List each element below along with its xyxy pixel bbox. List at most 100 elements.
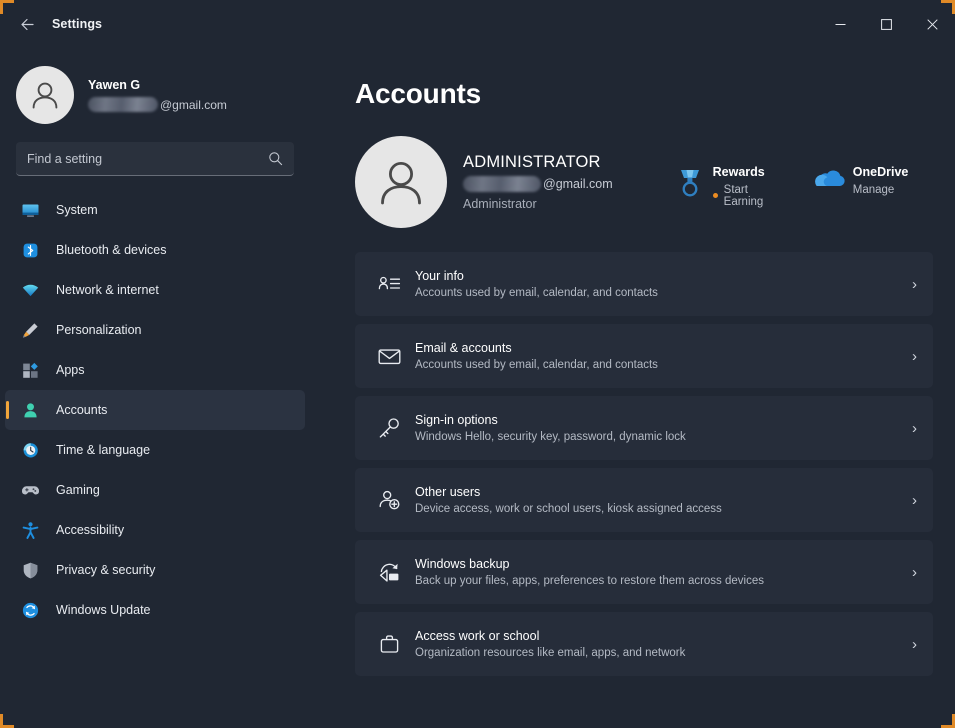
page-title: Accounts [355,78,481,109]
add-user-icon [367,488,411,513]
card-subtitle: Accounts used by email, calendar, and co… [415,287,658,299]
service-rewards[interactable]: Rewards Start Earning [673,165,765,208]
monitor-icon [17,201,43,220]
sidebar-item-bluetooth-devices[interactable]: Bluetooth & devices [5,230,305,270]
card-your-info[interactable]: Your info Accounts used by email, calend… [355,252,933,316]
sidebar-nav: System Bluetooth & devices Network & int… [0,190,310,728]
avatar [16,66,74,124]
service-subtitle: Manage [852,183,895,196]
service-subtitle: Start Earning [723,183,764,208]
bluetooth-icon [17,241,43,260]
card-title: Your info [415,269,464,283]
sidebar-profile[interactable]: Yawen G @gmail.com [0,54,310,128]
rewards-medal-icon [673,165,707,198]
account-role: Administrator [463,197,537,211]
card-subtitle: Accounts used by email, calendar, and co… [415,359,658,371]
minimize-button[interactable] [817,0,863,48]
redacted-email-block [463,176,541,192]
redacted-email-block [88,97,158,112]
settings-window: Settings Yawen G @gmail.com Find a setti… [0,0,955,728]
window-title: Settings [52,17,103,31]
envelope-icon [367,344,411,369]
back-arrow-icon [20,18,34,30]
title-bar: Settings [0,0,955,48]
paintbrush-icon [17,321,43,340]
search-placeholder: Find a setting [27,151,103,166]
sidebar-item-privacy-security[interactable]: Privacy & security [5,550,305,590]
close-icon [926,18,938,30]
sidebar-item-label: Personalization [56,323,142,337]
close-button[interactable] [909,0,955,48]
card-title: Email & accounts [415,341,512,355]
search-input[interactable]: Find a setting [16,142,294,176]
wifi-icon [17,281,43,300]
sidebar-item-accessibility[interactable]: Accessibility [5,510,305,550]
search-icon [268,151,283,166]
account-summary: ADMINISTRATOR @gmail.com Administrator R… [355,134,933,230]
sidebar-profile-text: Yawen G @gmail.com [88,78,227,112]
card-subtitle: Windows Hello, security key, password, d… [415,431,686,443]
card-text: Access work or school Organization resou… [415,629,912,659]
chevron-right-icon: › [912,347,917,365]
sidebar-item-label: Time & language [56,443,151,457]
account-avatar[interactable] [355,136,447,228]
status-dot [712,193,718,198]
onedrive-cloud-icon [813,165,847,190]
account-details: ADMINISTRATOR @gmail.com Administrator [463,153,613,211]
sidebar-item-windows-update[interactable]: Windows Update [5,590,305,630]
card-text: Your info Accounts used by email, calend… [415,269,912,299]
backup-sync-icon [367,560,411,585]
apps-grid-icon [17,361,43,380]
account-email: @gmail.com [463,176,613,192]
minimize-icon [835,23,845,25]
card-text: Email & accounts Accounts used by email,… [415,341,912,371]
card-other-users[interactable]: Other users Device access, work or schoo… [355,468,933,532]
card-access-work-school[interactable]: Access work or school Organization resou… [355,612,933,676]
window-body: Yawen G @gmail.com Find a setting System… [0,48,955,728]
sidebar-item-accounts[interactable]: Accounts [5,390,305,430]
maximize-button[interactable] [863,0,909,48]
card-subtitle: Device access, work or school users, kio… [415,503,722,515]
card-email-accounts[interactable]: Email & accounts Accounts used by email,… [355,324,933,388]
sidebar-item-time-language[interactable]: Time & language [5,430,305,470]
card-windows-backup[interactable]: Windows backup Back up your files, apps,… [355,540,933,604]
sidebar-item-system[interactable]: System [5,190,305,230]
chevron-right-icon: › [912,635,917,653]
card-title: Other users [415,485,481,499]
maximize-icon [880,18,892,30]
services-row: Rewards Start Earning OneDrive Manage [673,157,955,208]
sidebar-item-label: Bluetooth & devices [56,243,167,257]
accessibility-icon [17,521,43,540]
person-avatar-icon [32,82,58,109]
person-avatar-icon [381,161,421,205]
search-container: Find a setting [0,128,310,176]
your-info-icon [367,272,411,297]
service-text: OneDrive Manage [853,165,909,196]
chevron-right-icon: › [912,491,917,509]
sidebar-profile-name: Yawen G [88,78,141,92]
service-onedrive[interactable]: OneDrive Manage [813,165,909,196]
clock-icon [17,441,43,460]
sidebar-item-network-internet[interactable]: Network & internet [5,270,305,310]
shield-icon [17,561,43,580]
email-domain: @gmail.com [543,177,613,191]
back-button[interactable] [10,9,44,39]
sidebar-item-apps[interactable]: Apps [5,350,305,390]
sidebar-item-gaming[interactable]: Gaming [5,470,305,510]
window-controls [817,0,955,48]
sidebar-item-label: Gaming [56,483,100,497]
settings-card-list: Your info Accounts used by email, calend… [355,252,933,676]
sidebar-item-label: Accessibility [56,523,125,537]
card-title: Access work or school [415,629,540,643]
sidebar-item-label: Accounts [56,403,108,417]
card-subtitle: Organization resources like email, apps,… [415,647,686,659]
card-sign-in-options[interactable]: Sign-in options Windows Hello, security … [355,396,933,460]
service-text: Rewards Start Earning [712,165,765,208]
card-text: Sign-in options Windows Hello, security … [415,413,912,443]
main-content: Accounts ADMINISTRATOR @gmail.com Admini… [310,48,955,728]
sidebar-item-label: Network & internet [56,283,159,297]
card-text: Other users Device access, work or schoo… [415,485,912,515]
chevron-right-icon: › [912,563,917,581]
sidebar-item-personalization[interactable]: Personalization [5,310,305,350]
service-subtitle-row: Start Earning [712,183,765,208]
